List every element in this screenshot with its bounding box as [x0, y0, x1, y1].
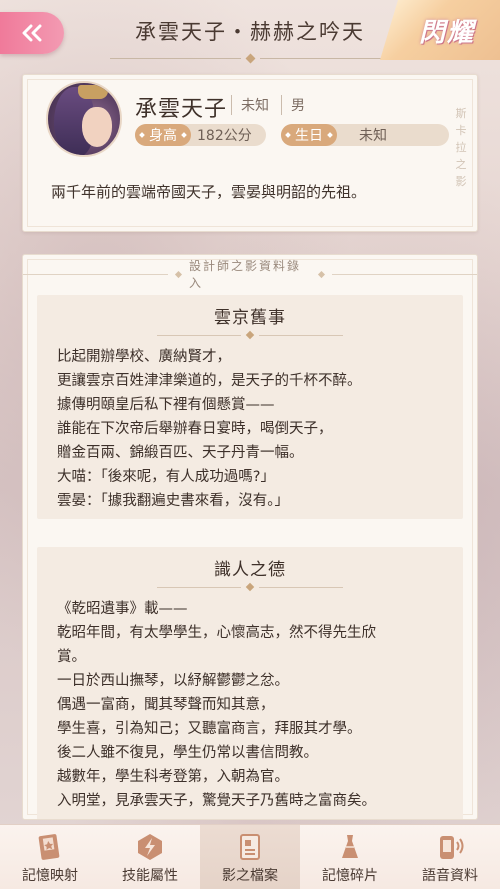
nav-item-memory-fragments[interactable]: 記憶碎片 — [300, 825, 400, 889]
records-title: 設計師之影資料錄入 — [189, 259, 302, 290]
section-line: 偶遇一富商，聞其琴聲而知其意， — [57, 697, 275, 713]
separator — [231, 95, 232, 115]
rarity-badge: 閃耀 — [380, 0, 500, 60]
records-panel[interactable]: 設計師之影資料錄入 雲京舊事 比起開辦學校、廣納賢才， 更讓雲京百姓津津樂道的，… — [22, 254, 478, 820]
section-line: 乾昭年間，有太學學生，心懷高志，然不得先生欣 — [57, 625, 376, 641]
profile-file-icon — [233, 831, 267, 863]
section-divider — [157, 330, 343, 340]
nav-label: 語音資料 — [422, 868, 478, 884]
separator — [281, 95, 282, 115]
height-pill: 身高 182公分 — [135, 124, 266, 146]
birthday-pill: 生日 未知 — [281, 124, 449, 146]
nav-item-memory-mapping[interactable]: 記憶映射 — [0, 825, 100, 889]
tag-unknown: 未知 — [241, 98, 269, 114]
title-divider — [110, 53, 390, 63]
nav-item-shadow-profile[interactable]: 影之檔案 — [200, 825, 300, 889]
nav-item-skill-attributes[interactable]: 技能屬性 — [100, 825, 200, 889]
rarity-badge-label: 閃耀 — [418, 17, 475, 48]
voice-phone-icon — [433, 831, 467, 863]
memory-card-icon — [33, 831, 67, 863]
section-line: 大喵：「後來呢，有人成功過嗎?」 — [57, 469, 275, 485]
nav-label: 技能屬性 — [122, 868, 178, 884]
height-value: 182公分 — [197, 128, 252, 144]
height-label: 身高 — [135, 124, 191, 146]
avatar — [46, 81, 122, 157]
character-name: 承雲天子 — [135, 97, 228, 122]
section-line: 更讓雲京百姓津津樂道的，是天子的千杯不醉。 — [57, 373, 362, 389]
section-line: 誰能在下次帝后舉辦春日宴時，喝倒天子， — [57, 421, 333, 437]
birthday-value: 未知 — [359, 128, 387, 144]
record-section: 識人之德 《乾昭遺事》載—— 乾昭年間，有太學學生，心懷高志，然不得先生欣 賞。… — [37, 547, 463, 819]
birthday-label: 生日 — [281, 124, 337, 146]
skill-lightning-icon — [133, 831, 167, 863]
records-header: 設計師之影資料錄入 — [23, 259, 477, 290]
section-divider — [157, 582, 343, 592]
nav-item-voice-data[interactable]: 語音資料 — [400, 825, 500, 889]
nav-label: 記憶碎片 — [322, 868, 378, 884]
section-line: 雲晏：「據我翻遍史書來看，沒有。」 — [57, 493, 289, 509]
section-line: 入明堂，見承雲天子，驚覺天子乃舊時之富商矣。 — [57, 793, 376, 809]
profile-card: 承雲天子 未知 男 身高 182公分 生日 未知 斯卡拉之影 兩千年前的雲端帝國… — [22, 74, 478, 232]
section-line: 《乾昭遺事》載—— — [57, 601, 188, 617]
section-line: 學生喜，引為知己；又聽富商言，拜服其才學。 — [57, 721, 362, 737]
character-description: 兩千年前的雲端帝國天子，雲晏與明韶的先祖。 — [51, 183, 367, 201]
section-line: 一日於西山撫琴，以紓解鬱鬱之忿。 — [57, 673, 289, 689]
nav-label: 影之檔案 — [222, 868, 278, 884]
dress-fragment-icon — [333, 831, 367, 863]
tag-gender: 男 — [291, 98, 305, 114]
section-line: 賞。 — [57, 649, 86, 665]
section-line: 贈金百兩、錦緞百匹、天子丹青一幅。 — [57, 445, 304, 461]
section-line: 據傳明頤皇后私下裡有個懸賞—— — [57, 397, 275, 413]
section-line: 越數年，學生科考登第，入朝為官。 — [57, 769, 289, 785]
header: 承雲天子・赫赫之吟天 閃耀 — [0, 0, 500, 64]
record-section: 雲京舊事 比起開辦學校、廣納賢才， 更讓雲京百姓津津樂道的，是天子的千杯不醉。 … — [37, 295, 463, 519]
section-title: 識人之德 — [214, 560, 286, 580]
section-line: 比起開辦學校、廣納賢才， — [57, 349, 231, 365]
section-title: 雲京舊事 — [214, 308, 286, 328]
section-line: 後二人雖不復見，學生仍常以書信問教。 — [57, 745, 318, 761]
side-vertical-text: 斯卡拉之影 — [455, 107, 467, 188]
bottom-nav: 記憶映射 技能屬性 影之檔案 記憶碎片 語音資料 — [0, 824, 500, 889]
nav-label: 記憶映射 — [22, 868, 78, 884]
